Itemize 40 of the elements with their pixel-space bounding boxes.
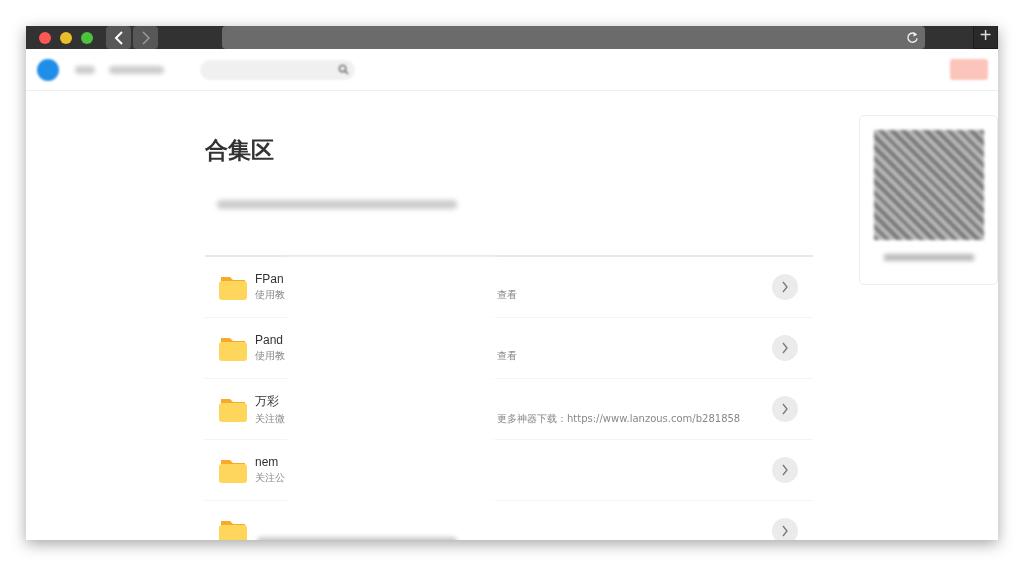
close-button[interactable] xyxy=(39,31,51,44)
chevron-right-icon xyxy=(781,403,790,415)
maximize-button[interactable] xyxy=(81,31,93,44)
chevron-button[interactable] xyxy=(772,518,799,540)
chevron-right-icon xyxy=(781,342,790,354)
chevron-right-icon xyxy=(781,281,790,293)
blurred-text xyxy=(109,65,164,74)
folder-description: 关注微 xyxy=(255,411,285,426)
folder-title[interactable]: Pand xyxy=(255,333,284,347)
folder-icon xyxy=(219,396,247,422)
chevron-button[interactable] xyxy=(772,396,799,422)
folder-title[interactable]: nem xyxy=(255,455,279,469)
folder-icon xyxy=(219,518,247,540)
folder-description: 查看 xyxy=(497,349,517,363)
new-tab-button[interactable]: + xyxy=(973,26,998,49)
folder-description: 查看 xyxy=(497,288,517,302)
search-field[interactable] xyxy=(200,59,355,80)
minimize-button[interactable] xyxy=(60,31,72,44)
reload-icon[interactable] xyxy=(906,31,919,44)
folder-description: 关注公 xyxy=(255,471,285,485)
blurred-text xyxy=(75,65,95,74)
page-title: 合集区 xyxy=(205,136,275,165)
chevron-right-icon xyxy=(781,464,790,476)
chevron-right-icon xyxy=(140,30,151,45)
folder-icon xyxy=(219,335,247,361)
chevron-button[interactable] xyxy=(772,274,799,300)
folder-icon xyxy=(219,274,247,300)
folder-description: 使用教 xyxy=(255,349,285,363)
chevron-right-icon xyxy=(781,525,790,537)
folder-icon xyxy=(219,457,247,483)
folder-description: 更多神器下载：https://www.lanzous.com/b281858 xyxy=(497,411,741,426)
logo-icon[interactable] xyxy=(37,58,59,81)
folder-title[interactable]: 万彩 xyxy=(255,392,279,410)
folder-title[interactable]: FPan xyxy=(255,272,284,286)
folder-description: 使用教 xyxy=(255,288,285,302)
back-button[interactable] xyxy=(106,26,131,49)
chevron-left-icon xyxy=(113,30,124,45)
chevron-button[interactable] xyxy=(772,457,799,483)
chevron-button[interactable] xyxy=(772,335,799,361)
search-icon xyxy=(338,64,349,75)
